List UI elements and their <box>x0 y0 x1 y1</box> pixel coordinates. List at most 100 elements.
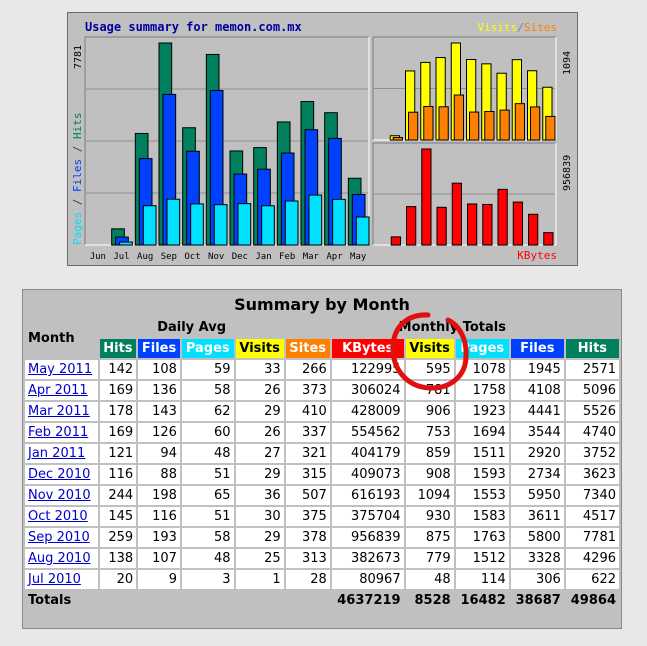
value-cell: 595 <box>405 360 454 379</box>
usage-chart: Usage summary for memon.com.mx Visits/Sit… <box>67 12 578 266</box>
kbytes-bar <box>467 203 478 246</box>
table-row: Sep 2010 259 193 58 29 378 956839 875 1763 5800 77… <box>25 528 619 547</box>
value-cell: 1583 <box>455 507 509 526</box>
value-cell: 1094 <box>405 486 454 505</box>
month-tick-label: Aug <box>137 252 153 262</box>
value-cell: 3544 <box>510 423 564 442</box>
value-cell: 313 <box>285 549 330 568</box>
value-cell: 136 <box>138 381 180 400</box>
value-cell: 337 <box>285 423 330 442</box>
month-link[interactable]: Apr 2011 <box>28 383 88 398</box>
month-link[interactable]: Sep 2010 <box>28 530 90 545</box>
value-cell: 145 <box>99 507 137 526</box>
value-cell: 94 <box>138 444 180 463</box>
value-cell: 114 <box>455 570 509 589</box>
value-cell: 428009 <box>331 402 404 421</box>
sites-bar <box>484 111 495 141</box>
col-total-hits: Hits <box>565 339 619 358</box>
legend-visits: Visits <box>478 21 518 34</box>
legend-separator: / <box>517 21 524 34</box>
legend-hits: Hits <box>71 113 84 140</box>
month-link[interactable]: Mar 2011 <box>28 404 90 419</box>
month-cell: Jul 2010 <box>25 570 98 589</box>
kbytes-bar <box>421 148 432 246</box>
value-cell: 26 <box>235 381 284 400</box>
table-title: Summary by Month <box>25 292 619 316</box>
value-cell: 48 <box>181 444 234 463</box>
month-link[interactable]: May 2011 <box>28 362 92 377</box>
value-cell: 2920 <box>510 444 564 463</box>
kbytes-bar <box>482 203 493 246</box>
sites-bar <box>438 106 449 141</box>
value-cell: 1593 <box>455 465 509 484</box>
month-link[interactable]: Aug 2010 <box>28 551 91 566</box>
value-cell: 906 <box>405 402 454 421</box>
value-cell: 2734 <box>510 465 564 484</box>
value-cell: 193 <box>138 528 180 547</box>
value-cell: 1945 <box>510 360 564 379</box>
value-cell: 3 <box>181 570 234 589</box>
sites-bar <box>423 105 434 141</box>
value-cell: 244 <box>99 486 137 505</box>
usage-chart-svg: Usage summary for memon.com.mx Visits/Sit… <box>71 20 573 262</box>
kbytes-bar <box>390 236 401 246</box>
totals-row: Totals 4637219 8528 16482 38687 49864 <box>25 591 619 610</box>
value-cell: 116 <box>138 507 180 526</box>
value-cell: 25 <box>235 549 284 568</box>
value-cell: 378 <box>285 528 330 547</box>
month-link[interactable]: Jan 2011 <box>28 446 85 461</box>
month-link[interactable]: Feb 2011 <box>28 425 88 440</box>
value-cell: 1553 <box>455 486 509 505</box>
sites-bar <box>469 111 480 141</box>
kbytes-bar <box>512 201 523 246</box>
month-link[interactable]: Dec 2010 <box>28 467 90 482</box>
value-cell: 3328 <box>510 549 564 568</box>
value-cell: 51 <box>181 507 234 526</box>
pages-bar <box>213 204 228 246</box>
col-total-kbytes: KBytes <box>331 339 404 358</box>
value-cell: 121 <box>99 444 137 463</box>
value-cell: 622 <box>565 570 619 589</box>
value-cell: 315 <box>285 465 330 484</box>
table-body: May 2011 142 108 59 33 266 122995 595 1078 1945 25… <box>25 360 619 589</box>
value-cell: 409073 <box>331 465 404 484</box>
pages-bar <box>237 203 252 246</box>
value-cell: 116 <box>99 465 137 484</box>
value-cell: 138 <box>99 549 137 568</box>
value-cell: 404179 <box>331 444 404 463</box>
month-link[interactable]: Jul 2010 <box>28 572 81 587</box>
value-cell: 4517 <box>565 507 619 526</box>
month-cell: Jan 2011 <box>25 444 98 463</box>
col-total-sites: Sites <box>285 339 330 358</box>
value-cell: 1763 <box>455 528 509 547</box>
value-cell: 9 <box>138 570 180 589</box>
table-row: Feb 2011 169 126 60 26 337 554562 753 1694 3544 47… <box>25 423 619 442</box>
table-row: Mar 2011 178 143 62 29 410 428009 906 1923 4441 55… <box>25 402 619 421</box>
value-cell: 616193 <box>331 486 404 505</box>
value-cell: 5096 <box>565 381 619 400</box>
value-cell: 169 <box>99 381 137 400</box>
value-cell: 33 <box>235 360 284 379</box>
value-cell: 306 <box>510 570 564 589</box>
summary-table: Summary by Month Month Daily Avg Monthly… <box>23 290 621 612</box>
value-cell: 107 <box>138 549 180 568</box>
value-cell: 108 <box>138 360 180 379</box>
max-kbytes-label: 956839 <box>562 155 573 191</box>
kbytes-bar <box>436 206 447 246</box>
table-row: Jan 2011 121 94 48 27 321 404179 859 1511 2920 375… <box>25 444 619 463</box>
month-header: Month <box>25 318 98 358</box>
value-cell: 554562 <box>331 423 404 442</box>
month-tick-label: May <box>350 252 367 262</box>
value-cell: 62 <box>181 402 234 421</box>
month-link[interactable]: Oct 2010 <box>28 509 88 524</box>
month-link[interactable]: Nov 2010 <box>28 488 91 503</box>
chart-title: Usage summary for memon.com.mx <box>85 20 302 34</box>
value-cell: 36 <box>235 486 284 505</box>
value-cell: 753 <box>405 423 454 442</box>
value-cell: 126 <box>138 423 180 442</box>
value-cell: 59 <box>181 360 234 379</box>
month-tick-label: Oct <box>184 252 200 262</box>
value-cell: 3611 <box>510 507 564 526</box>
value-cell: 4740 <box>565 423 619 442</box>
legend-files: Files <box>71 159 84 192</box>
